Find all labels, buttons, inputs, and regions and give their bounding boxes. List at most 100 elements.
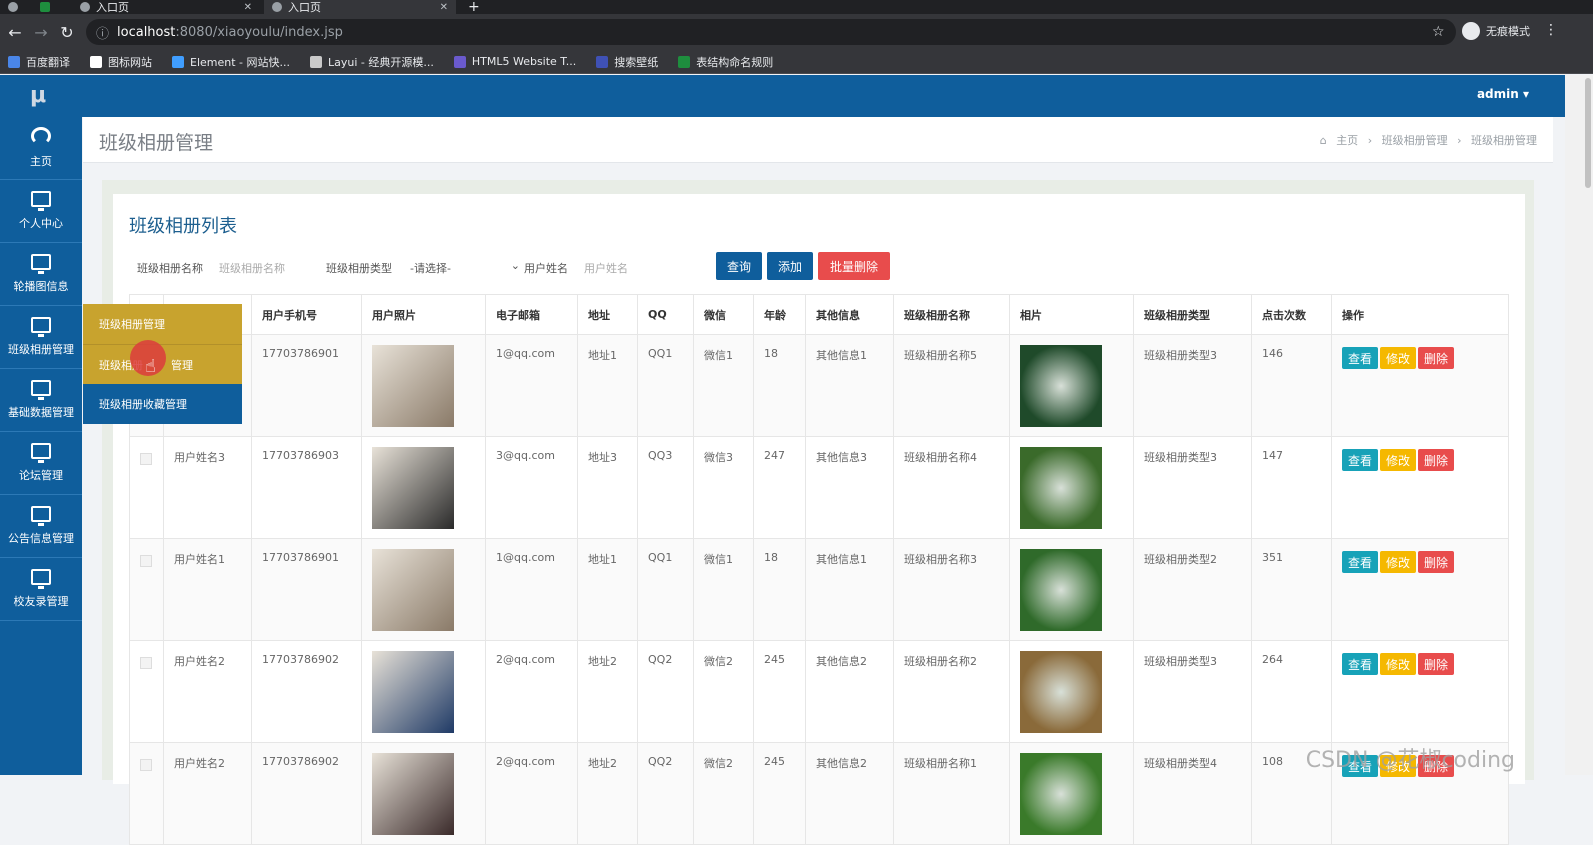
sidebar-item-label: 校友录管理 <box>13 595 69 608</box>
cell-user-photo <box>361 334 486 437</box>
scrollbar-thumb[interactable] <box>1585 78 1591 188</box>
bookmark-item[interactable]: HTML5 Website T... <box>453 55 576 68</box>
cell-email: 1@qq.com <box>485 334 578 437</box>
reload-icon[interactable]: ↻ <box>54 23 80 42</box>
sidebar-item-notice[interactable]: 公告信息管理 <box>0 495 82 558</box>
cell-qq-text: QQ2 <box>648 755 673 768</box>
edit-button[interactable]: 修改 <box>1380 449 1417 471</box>
forward-icon[interactable]: → <box>28 23 54 42</box>
cell-clicks-text: 108 <box>1262 755 1283 768</box>
add-button[interactable]: 添加 <box>767 252 813 280</box>
batch-delete-button[interactable]: 批量删除 <box>818 252 890 280</box>
breadcrumb-home[interactable]: 主页 <box>1336 134 1358 147</box>
bookmark-item[interactable]: 图标网站 <box>90 54 152 70</box>
sidebar-item-alumni[interactable]: 校友录管理 <box>0 558 82 621</box>
cell-phone: 17703786903 <box>251 436 362 539</box>
delete-button[interactable]: 删除 <box>1418 551 1455 573</box>
sidebar-item-label: 班级相册管理 <box>8 343 74 356</box>
col-header: 其他信息 <box>805 294 894 335</box>
search-button[interactable]: 查询 <box>716 252 762 280</box>
cell-phone: 17703786902 <box>251 640 362 743</box>
bookmark-item[interactable]: 搜索壁纸 <box>596 54 658 70</box>
cell-album-type-text: 班级相册类型3 <box>1144 451 1217 464</box>
submenu-album-manage[interactable]: 班级相册管理 <box>83 304 242 344</box>
app-logo[interactable]: μ <box>30 83 46 108</box>
cell-actions: 查看 修改 删除 <box>1331 538 1509 641</box>
sidebar-item-home[interactable]: 主页 <box>0 117 82 180</box>
cell-age: 245 <box>753 640 806 743</box>
browser-menu-icon[interactable] <box>8 0 30 14</box>
browser-tab-2[interactable]: 入口页 ✕ <box>264 0 456 14</box>
bookmark-star-icon[interactable]: ☆ <box>1432 24 1445 40</box>
bookmark-item[interactable]: Element - 网站快... <box>172 54 290 70</box>
cell-album-type-text: 班级相册类型2 <box>1144 553 1217 566</box>
cell-other-info: 其他信息1 <box>805 334 894 437</box>
user-photo-image <box>372 651 454 733</box>
cell-user-name: 用户姓名2 <box>163 742 252 845</box>
cell-address: 地址1 <box>577 538 638 641</box>
filter-type-select[interactable]: -请选择- ⌄ <box>410 259 520 276</box>
cell-clicks-text: 146 <box>1262 347 1283 360</box>
filter-bar: 班级相册名称 班级相册名称 班级相册类型 -请选择- ⌄ 用户姓名 用户姓名 <box>137 254 1037 280</box>
cell-age-text: 245 <box>764 653 785 666</box>
cell-wechat-text: 微信2 <box>704 655 733 668</box>
cell-clicks-text: 147 <box>1262 449 1283 462</box>
more-menu-icon[interactable]: ⋮ <box>1544 22 1558 38</box>
view-button[interactable]: 查看 <box>1342 653 1379 675</box>
bookmark-item[interactable]: 表结构命名规则 <box>678 54 773 70</box>
view-button[interactable]: 查看 <box>1342 347 1379 369</box>
hand-cursor-icon: ☝ <box>145 356 156 377</box>
info-icon: ⓘ <box>96 26 110 42</box>
edit-button[interactable]: 修改 <box>1380 653 1417 675</box>
tab-title: 入口页 <box>96 1 129 14</box>
row-checkbox[interactable] <box>140 453 152 465</box>
row-checkbox[interactable] <box>140 555 152 567</box>
col-header: 电子邮箱 <box>485 294 578 335</box>
submenu-label: 班级相册收藏管理 <box>99 398 187 411</box>
sheets-tab-icon[interactable] <box>40 0 62 14</box>
user-photo-image <box>372 447 454 529</box>
sidebar-item-forum[interactable]: 论坛管理 <box>0 432 82 495</box>
delete-button[interactable]: 删除 <box>1418 347 1455 369</box>
row-select-cell <box>129 742 164 845</box>
bookmark-item[interactable]: Layui - 经典开源模... <box>310 54 434 70</box>
new-tab-button[interactable]: + <box>468 0 484 15</box>
filter-name-input[interactable]: 班级相册名称 <box>219 260 285 276</box>
cell-age-text: 245 <box>764 755 785 768</box>
view-button[interactable]: 查看 <box>1342 449 1379 471</box>
cell-user-name-text: 用户姓名2 <box>174 757 225 770</box>
sidebar-item-profile[interactable]: 个人中心 <box>0 180 82 243</box>
back-icon[interactable]: ← <box>2 23 28 42</box>
cell-wechat: 微信2 <box>693 742 754 845</box>
user-menu[interactable]: admin ▾ <box>1477 87 1529 101</box>
browser-tab-1[interactable]: 入口页 ✕ <box>74 0 260 14</box>
filter-user-input[interactable]: 用户姓名 <box>584 260 628 276</box>
close-icon[interactable]: ✕ <box>440 2 448 13</box>
table-row: 用户姓名2 17703786902 2@qq.com 地址2 QQ2 微信2 245 其他信息… <box>129 640 1509 743</box>
table-row: 用户姓名1177037869011@qq.com地址1QQ1微信118其他信息1… <box>129 334 1509 437</box>
edit-button[interactable]: 修改 <box>1380 347 1417 369</box>
close-icon[interactable]: ✕ <box>244 2 252 13</box>
breadcrumb-item[interactable]: 班级相册管理 <box>1382 134 1448 147</box>
bookmark-label: 百度翻译 <box>26 55 70 69</box>
sidebar-item-basic-data[interactable]: 基础数据管理 <box>0 369 82 432</box>
view-button[interactable]: 查看 <box>1342 551 1379 573</box>
cell-clicks-text: 264 <box>1262 653 1283 666</box>
col-header: 点击次数 <box>1251 294 1332 335</box>
row-checkbox[interactable] <box>140 657 152 669</box>
submenu-album-favorite[interactable]: 班级相册收藏管理 <box>83 384 242 424</box>
delete-button[interactable]: 删除 <box>1418 653 1455 675</box>
sidebar-item-carousel[interactable]: 轮播图信息 <box>0 243 82 306</box>
cell-wechat-text: 微信3 <box>704 451 733 464</box>
table-row: 用户姓名3 17703786903 3@qq.com 地址3 QQ3 微信3 247 其他信息… <box>129 436 1509 539</box>
edit-button[interactable]: 修改 <box>1380 551 1417 573</box>
cell-phone-text: 17703786903 <box>262 449 339 462</box>
incognito-indicator[interactable]: 无痕模式 <box>1462 22 1530 40</box>
delete-button[interactable]: 删除 <box>1418 449 1455 471</box>
sidebar-item-album[interactable]: 班级相册管理 <box>0 306 82 369</box>
submenu-label-tail: 管理 <box>171 358 193 372</box>
row-checkbox[interactable] <box>140 759 152 771</box>
url-input[interactable]: ⓘ localhost:8080/xiaoyoulu/index.jsp <box>86 19 1456 45</box>
cell-album-name: 班级相册名称1 <box>893 742 1010 845</box>
bookmark-item[interactable]: 百度翻译 <box>8 54 70 70</box>
